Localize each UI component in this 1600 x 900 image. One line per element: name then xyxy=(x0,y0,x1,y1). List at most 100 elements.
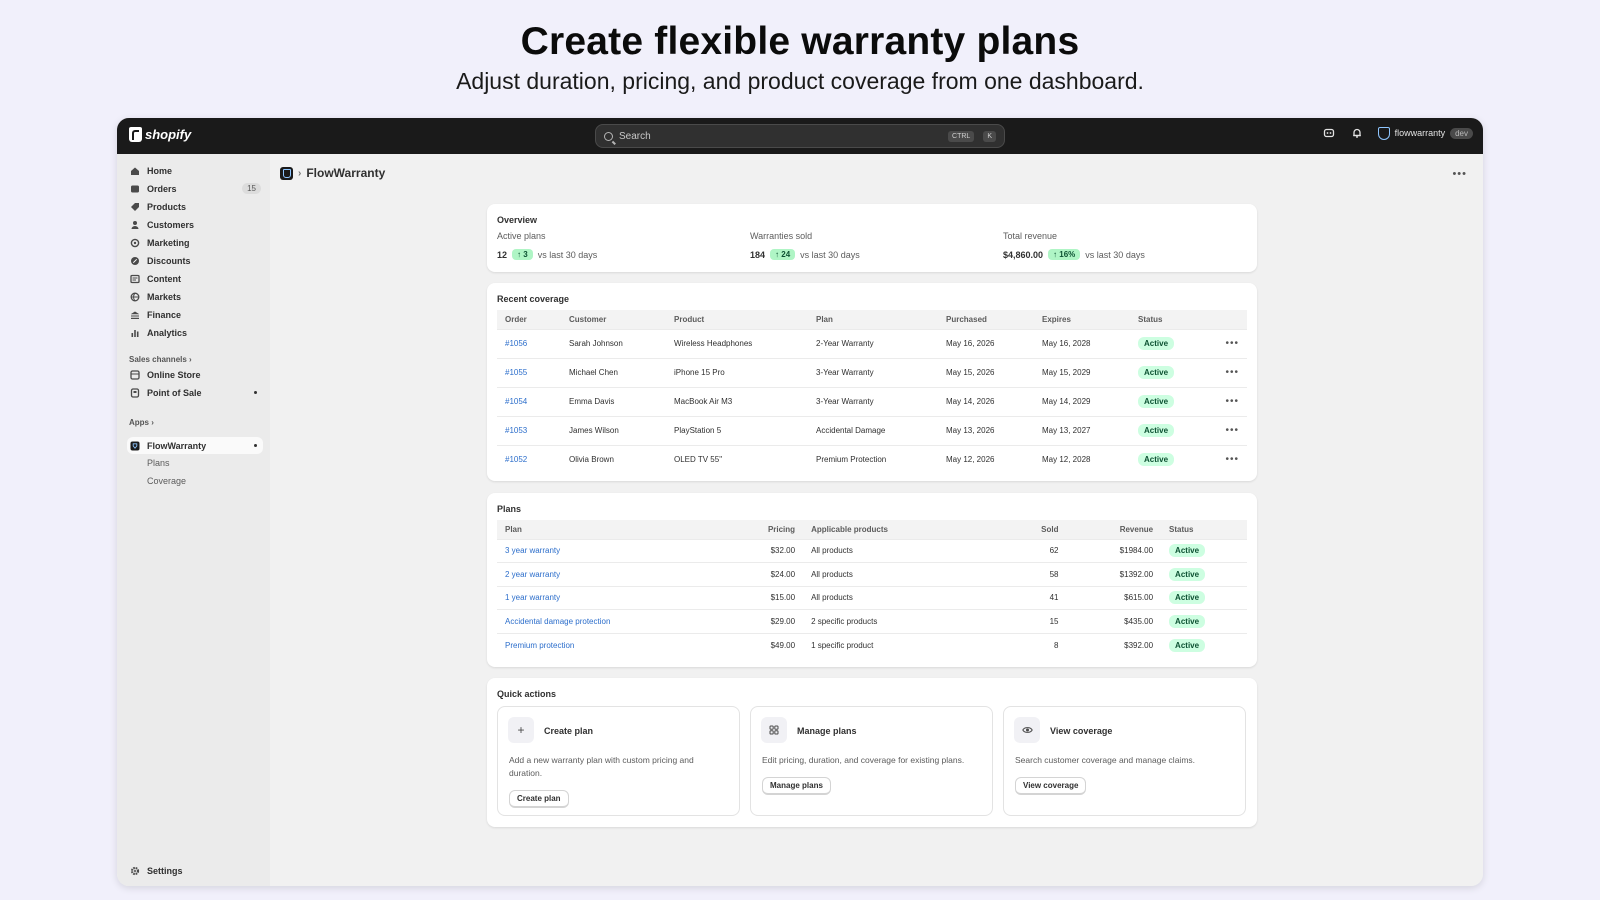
sidebar-item-label: FlowWarranty xyxy=(147,440,207,451)
plan-link[interactable]: Premium protection xyxy=(505,641,574,650)
discounts-icon xyxy=(130,256,140,266)
table-row[interactable]: 1 year warranty $15.00 All products 41 $… xyxy=(497,585,1247,610)
sidekick-icon[interactable] xyxy=(1322,126,1336,140)
status-badge: Active xyxy=(1169,615,1206,629)
row-more-actions-icon[interactable]: ••• xyxy=(1212,415,1247,445)
sidebar-item-analytics[interactable]: Analytics xyxy=(127,324,263,341)
sidebar-item-point-of-sale[interactable]: Point of Sale xyxy=(127,384,263,401)
main-content: › FlowWarranty ••• Overview Active plans… xyxy=(270,154,1483,886)
row-more-actions-icon[interactable]: ••• xyxy=(1212,386,1247,416)
sidebar-subitem-plans[interactable]: Plans xyxy=(147,458,170,468)
sidebar-item-flowwarranty[interactable]: FlowWarranty xyxy=(127,437,263,454)
column-header[interactable]: Status xyxy=(1130,310,1212,329)
column-header[interactable]: Order xyxy=(497,310,561,329)
sales-channels-section[interactable]: Sales channels › xyxy=(129,355,192,364)
column-header[interactable]: Applicable products xyxy=(803,520,991,539)
table-row[interactable]: #1055 Michael Chen iPhone 15 Pro 3-Year … xyxy=(497,357,1247,387)
sidebar-item-products[interactable]: Products xyxy=(127,198,263,215)
table-row[interactable]: 2 year warranty $24.00 All products 58 $… xyxy=(497,562,1247,587)
table-row[interactable]: 3 year warranty $32.00 All products 62 $… xyxy=(497,538,1247,563)
column-header[interactable]: Sold xyxy=(992,520,1067,539)
plan-link[interactable]: 1 year warranty xyxy=(505,593,560,602)
sidebar-item-label: Markets xyxy=(147,291,182,302)
row-more-actions-icon[interactable]: ••• xyxy=(1212,357,1247,387)
order-link[interactable]: #1056 xyxy=(505,339,527,348)
column-header[interactable]: Product xyxy=(666,310,808,329)
stat-label: Warranties sold xyxy=(750,231,813,241)
quick-action-description: Edit pricing, duration, and coverage for… xyxy=(762,755,965,765)
page-more-actions-icon[interactable]: ••• xyxy=(1452,168,1467,180)
status-badge: Active xyxy=(1169,591,1206,605)
recent-coverage-title: Recent coverage xyxy=(497,294,570,304)
stat-label: Active plans xyxy=(497,231,546,241)
shopify-logo[interactable]: shopify xyxy=(129,127,191,142)
finance-icon xyxy=(130,310,140,320)
apps-section[interactable]: Apps › xyxy=(129,418,154,427)
store-name: flowwarranty xyxy=(1394,128,1446,138)
order-link[interactable]: #1052 xyxy=(505,455,527,464)
status-badge: Active xyxy=(1169,544,1206,558)
column-header[interactable]: Expires xyxy=(1034,310,1130,329)
view-coverage-button[interactable]: View coverage xyxy=(1015,777,1087,795)
row-more-actions-icon[interactable]: ••• xyxy=(1212,328,1247,358)
column-header[interactable]: Plan xyxy=(808,310,938,329)
table-row[interactable]: #1056 Sarah Johnson Wireless Headphones … xyxy=(497,328,1247,358)
sidebar-item-label: Content xyxy=(147,273,181,284)
table-row[interactable]: #1054 Emma Davis MacBook Air M3 3-Year W… xyxy=(497,386,1247,416)
shortcut-k: K xyxy=(983,130,996,142)
sidebar-item-customers[interactable]: Customers xyxy=(127,216,263,233)
sidebar-subitem-coverage[interactable]: Coverage xyxy=(147,476,186,486)
column-header[interactable]: Plan xyxy=(497,520,760,539)
hero-subtitle: Adjust duration, pricing, and product co… xyxy=(456,68,1144,94)
cell-sold: 58 xyxy=(991,562,1067,587)
column-header[interactable]: Revenue xyxy=(1067,520,1162,539)
notifications-bell-icon[interactable] xyxy=(1350,126,1364,140)
cell-product: iPhone 15 Pro xyxy=(666,357,808,387)
shortcut-ctrl: CTRL xyxy=(948,130,975,142)
column-header[interactable]: Customer xyxy=(561,310,666,329)
table-row[interactable]: #1052 Olivia Brown OLED TV 55" Premium P… xyxy=(497,444,1247,474)
plan-link[interactable]: 2 year warranty xyxy=(505,570,560,579)
chevron-right-icon: › xyxy=(151,418,154,427)
table-row[interactable]: #1053 James Wilson PlayStation 5 Acciden… xyxy=(497,415,1247,445)
order-link[interactable]: #1055 xyxy=(505,368,527,377)
create-plan-button[interactable]: Create plan xyxy=(509,790,569,808)
chevron-right-icon: › xyxy=(298,167,302,179)
quick-actions-card: Quick actions + Create plan Add a new wa… xyxy=(487,678,1257,827)
sidebar-nav: Home Orders 15 Products Customers Market… xyxy=(117,154,270,886)
cell-sold: 41 xyxy=(991,585,1067,610)
sidebar-item-label: Products xyxy=(147,201,187,212)
cell-plan: Accidental Damage xyxy=(808,415,938,445)
sidebar-item-marketing[interactable]: Marketing xyxy=(127,234,263,251)
manage-plans-button[interactable]: Manage plans xyxy=(762,777,831,795)
table-row[interactable]: Accidental damage protection $29.00 2 sp… xyxy=(497,609,1247,634)
order-link[interactable]: #1053 xyxy=(505,426,527,435)
table-row[interactable]: Premium protection $49.00 1 specific pro… xyxy=(497,632,1247,657)
sidebar-item-content[interactable]: Content xyxy=(127,270,263,287)
column-header[interactable]: Status xyxy=(1161,520,1247,539)
search-input[interactable]: Search CTRL K xyxy=(595,124,1005,148)
column-header[interactable]: Pricing xyxy=(760,520,803,539)
sidebar-item-label: Point of Sale xyxy=(147,387,202,398)
cell-sold: 8 xyxy=(991,632,1067,657)
order-link[interactable]: #1054 xyxy=(505,397,527,406)
sidebar-item-settings[interactable]: Settings xyxy=(127,862,263,879)
row-more-actions-icon[interactable]: ••• xyxy=(1212,444,1247,474)
flowwarranty-app-icon[interactable] xyxy=(280,166,293,180)
sidebar-item-markets[interactable]: Markets xyxy=(127,288,263,305)
sidebar-item-online-store[interactable]: Online Store xyxy=(127,366,263,383)
search-icon xyxy=(604,131,613,141)
column-header[interactable]: Purchased xyxy=(938,310,1034,329)
products-icon xyxy=(130,202,140,212)
plan-link[interactable]: Accidental damage protection xyxy=(505,617,610,626)
sidebar-item-finance[interactable]: Finance xyxy=(127,306,263,323)
sidebar-item-orders[interactable]: Orders 15 xyxy=(127,180,263,197)
quick-action-create-plan: + Create plan Add a new warranty plan wi… xyxy=(497,706,740,816)
app-window: shopify Search CTRL K flowwarranty dev H xyxy=(117,118,1483,886)
sidebar-item-label: Settings xyxy=(147,865,183,876)
plan-link[interactable]: 3 year warranty xyxy=(505,546,560,555)
store-switcher[interactable]: flowwarranty dev xyxy=(1377,126,1473,140)
sidebar-item-home[interactable]: Home xyxy=(127,162,263,179)
quick-action-title: Manage plans xyxy=(797,726,857,736)
sidebar-item-discounts[interactable]: Discounts xyxy=(127,252,263,269)
